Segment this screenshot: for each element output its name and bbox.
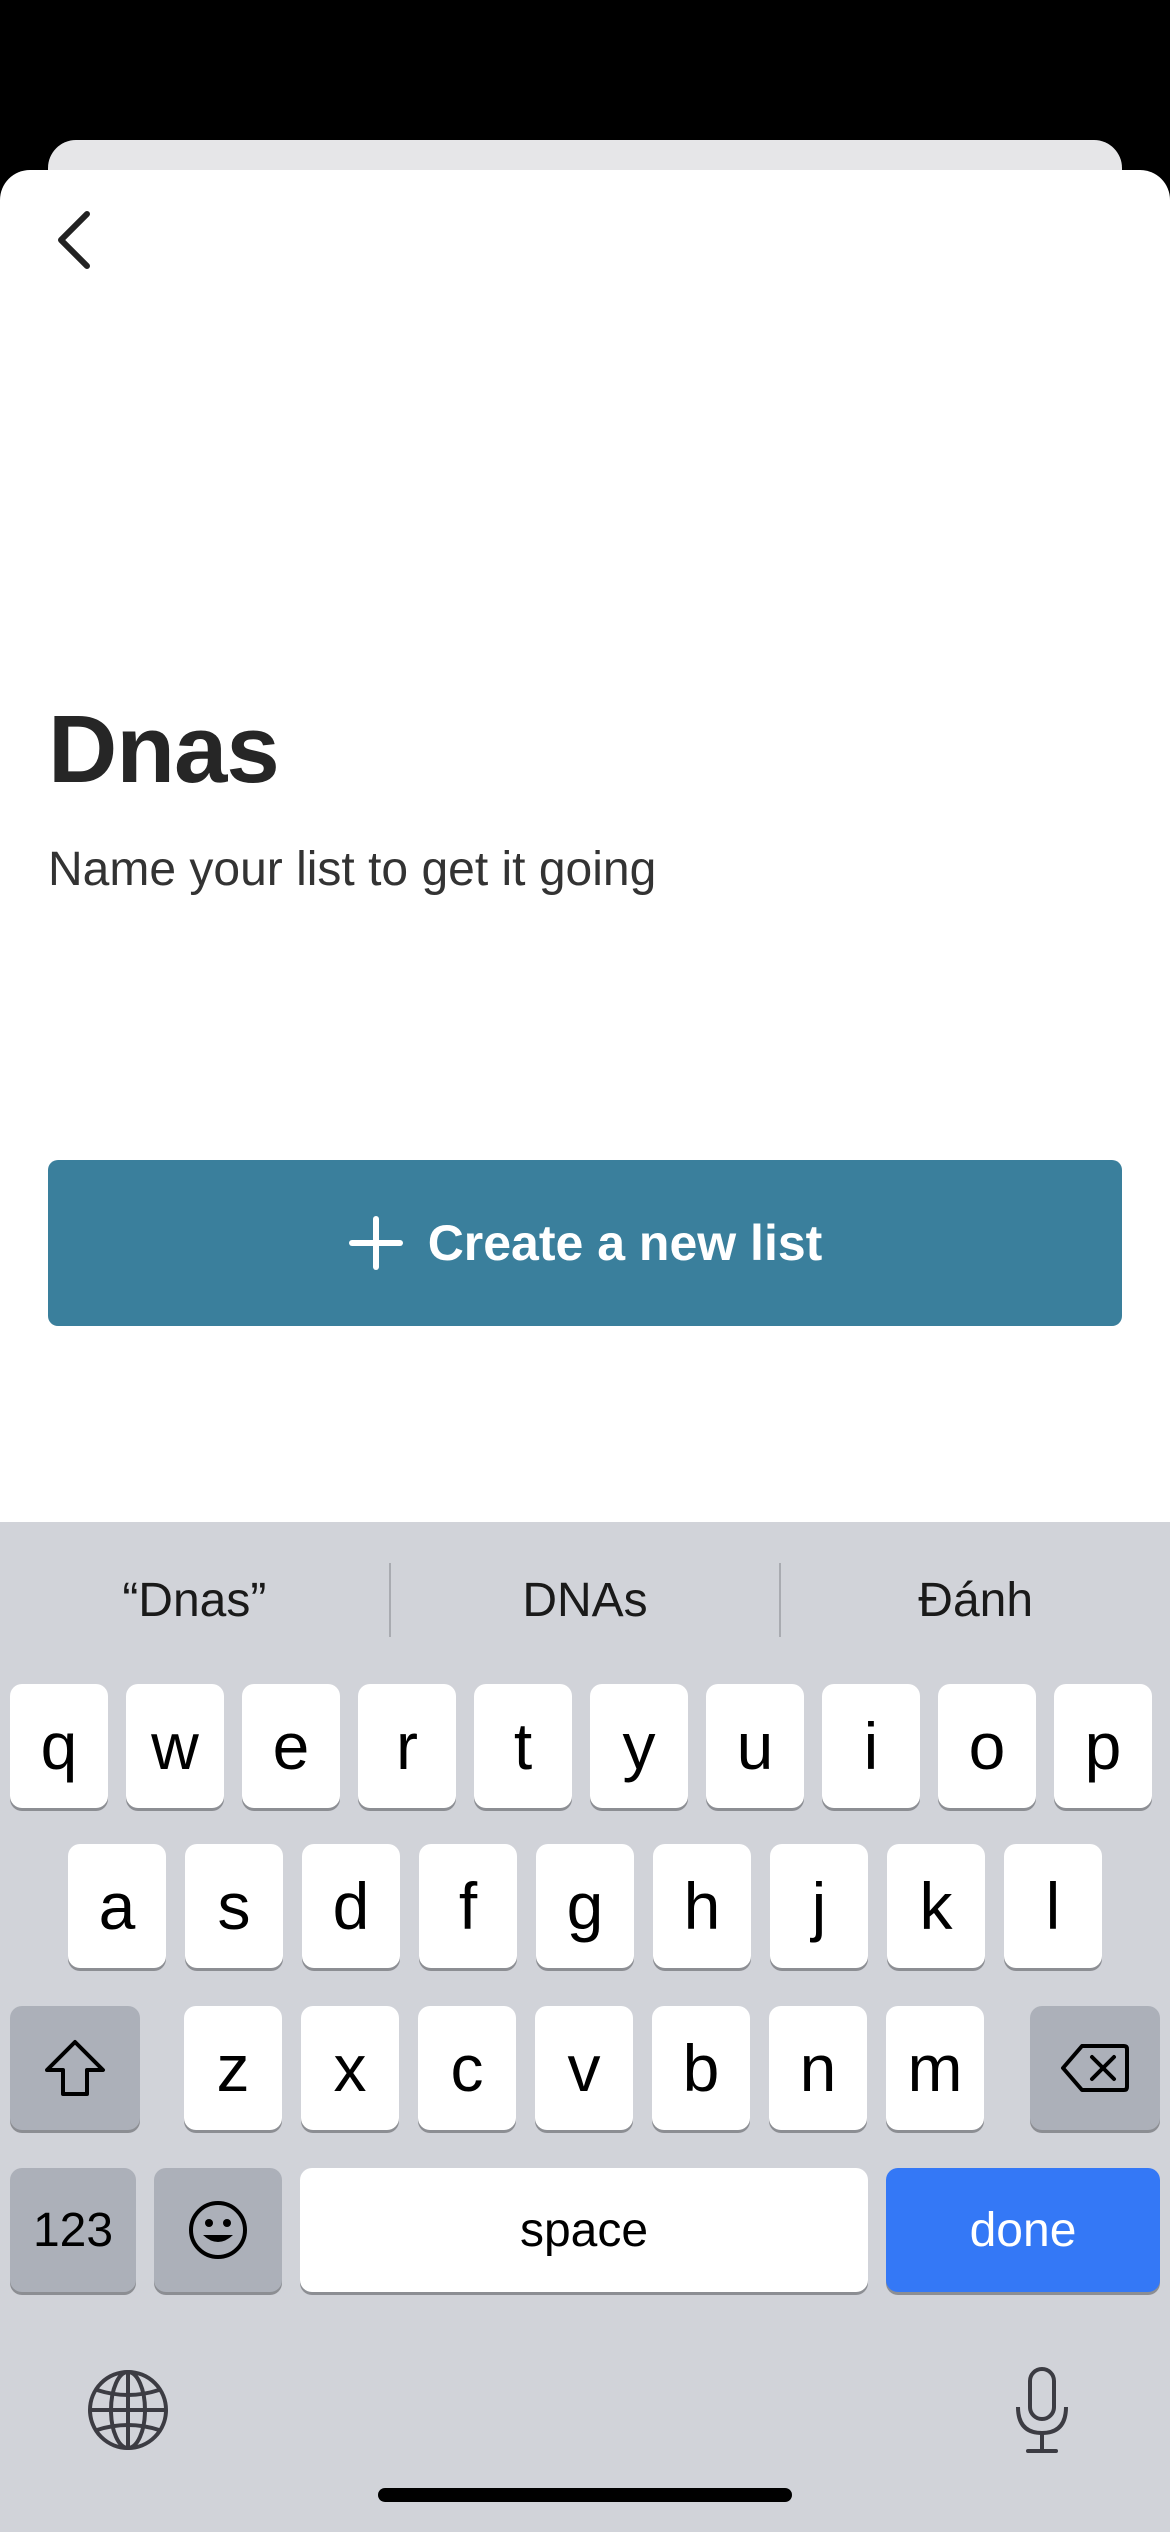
back-button[interactable]	[40, 200, 110, 280]
key-x[interactable]: x	[301, 2006, 399, 2130]
keyboard: “Dnas” DNAs Đánh 123 space done q w e r …	[0, 1522, 1170, 2532]
suggestion-item[interactable]: “Dnas”	[0, 1522, 389, 1678]
key-k[interactable]: k	[887, 1844, 985, 1968]
key-d[interactable]: d	[302, 1844, 400, 1968]
suggestion-bar: “Dnas” DNAs Đánh	[0, 1522, 1170, 1678]
home-indicator	[378, 2488, 792, 2502]
delete-key[interactable]	[1030, 2006, 1160, 2130]
list-name-hint: Name your list to get it going	[48, 843, 657, 896]
suggestion-item[interactable]: Đánh	[781, 1522, 1170, 1678]
key-p[interactable]: p	[1054, 1684, 1152, 1808]
key-i[interactable]: i	[822, 1684, 920, 1808]
key-n[interactable]: n	[769, 2006, 867, 2130]
create-new-list-button[interactable]: Create a new list	[48, 1160, 1122, 1326]
emoji-icon	[189, 2201, 247, 2259]
key-t[interactable]: t	[474, 1684, 572, 1808]
shift-icon	[45, 2040, 105, 2096]
key-h[interactable]: h	[653, 1844, 751, 1968]
key-a[interactable]: a	[68, 1844, 166, 1968]
key-o[interactable]: o	[938, 1684, 1036, 1808]
space-key[interactable]: space	[300, 2168, 868, 2292]
done-key[interactable]: done	[886, 2168, 1160, 2292]
emoji-key[interactable]	[154, 2168, 282, 2292]
key-v[interactable]: v	[535, 2006, 633, 2130]
key-e[interactable]: e	[242, 1684, 340, 1808]
shift-key[interactable]	[10, 2006, 140, 2130]
key-y[interactable]: y	[590, 1684, 688, 1808]
chevron-left-icon	[58, 211, 90, 269]
suggestion-item[interactable]: DNAs	[391, 1522, 780, 1678]
key-s[interactable]: s	[185, 1844, 283, 1968]
numbers-key[interactable]: 123	[10, 2168, 136, 2292]
list-name-title[interactable]: Dnas	[48, 690, 280, 810]
key-c[interactable]: c	[418, 2006, 516, 2130]
key-w[interactable]: w	[126, 1684, 224, 1808]
key-m[interactable]: m	[886, 2006, 984, 2130]
create-new-list-label: Create a new list	[427, 1215, 823, 1271]
key-b[interactable]: b	[652, 2006, 750, 2130]
key-l[interactable]: l	[1004, 1844, 1102, 1968]
backspace-icon	[1061, 2044, 1129, 2092]
key-f[interactable]: f	[419, 1844, 517, 1968]
globe-button[interactable]	[80, 2362, 176, 2458]
key-g[interactable]: g	[536, 1844, 634, 1968]
key-j[interactable]: j	[770, 1844, 868, 1968]
microphone-button[interactable]	[994, 2362, 1090, 2458]
microphone-icon	[1016, 2367, 1068, 2453]
key-u[interactable]: u	[706, 1684, 804, 1808]
key-r[interactable]: r	[358, 1684, 456, 1808]
key-q[interactable]: q	[10, 1684, 108, 1808]
plus-icon	[348, 1216, 403, 1270]
key-z[interactable]: z	[184, 2006, 282, 2130]
globe-icon	[88, 2370, 168, 2450]
